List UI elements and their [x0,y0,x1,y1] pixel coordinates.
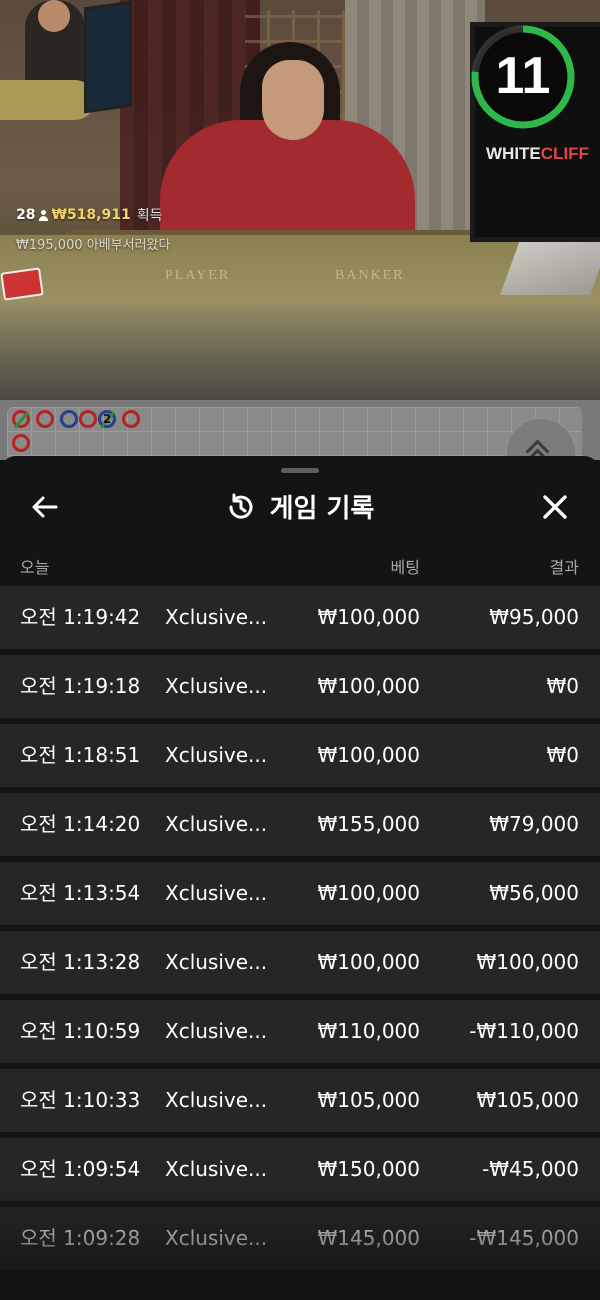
history-row[interactable]: 오전 1:10:59 Xclusive... ₩110,000 -₩110,00… [0,1000,600,1063]
bead-blue [60,410,78,428]
row-game: Xclusive... [165,674,268,698]
row-bet: ₩105,000 [317,1088,420,1112]
background-dealer-head [38,0,70,32]
page-title: 게임 기록 [269,494,375,524]
row-game: Xclusive... [165,1019,268,1043]
row-time: 오전 1:19:18 [20,674,141,698]
win-amount: ₩518,911 [51,207,131,223]
sheet-drag-handle[interactable] [281,468,319,473]
column-header-date: 오늘 [20,558,50,577]
column-header-bet: 베팅 [390,558,420,577]
brand-logo: WHITECLIFF [486,144,589,164]
history-list: 오전 1:19:42 Xclusive... ₩100,000 ₩95,000 … [0,586,600,1276]
history-row[interactable]: 오전 1:19:18 Xclusive... ₩100,000 ₩0 [0,655,600,718]
bead-red [12,434,30,452]
row-result: ₩95,000 [489,605,579,629]
row-game: Xclusive... [165,1226,268,1250]
row-bet: ₩110,000 [317,1019,420,1043]
bead-red-tie [12,410,30,429]
row-game: Xclusive... [165,1157,268,1181]
row-result: ₩100,000 [476,950,579,974]
background-monitor [84,0,132,114]
row-result: -₩145,000 [469,1226,579,1250]
countdown-timer-value: 11 [495,47,551,105]
row-bet: ₩100,000 [317,743,420,767]
row-time: 오전 1:14:20 [20,812,141,836]
brand-logo-red: CLIFF [540,144,589,163]
video-fade [0,300,600,400]
history-row[interactable]: 오전 1:09:28 Xclusive... ₩145,000 -₩145,00… [0,1207,600,1270]
live-video-feed: PLAYER BANKER 11 WHITECLIFF 28 ₩518,911 … [0,0,600,400]
person-icon [38,209,49,221]
row-bet: ₩150,000 [317,1157,420,1181]
sheet-header: 게임 기록 [0,488,600,525]
column-header-result: 결과 [549,558,579,577]
row-bet: ₩100,000 [317,674,420,698]
row-time: 오전 1:09:54 [20,1157,141,1181]
history-row[interactable]: 오전 1:13:28 Xclusive... ₩100,000 ₩100,000 [0,931,600,994]
playing-card [0,267,44,301]
row-result: -₩45,000 [482,1157,579,1181]
row-game: Xclusive... [165,812,268,836]
row-result: ₩0 [546,674,580,698]
row-bet: ₩100,000 [317,605,420,629]
winner-count: 28 [16,207,36,223]
history-row[interactable]: 오전 1:09:54 Xclusive... ₩150,000 -₩45,000 [0,1138,600,1201]
row-bet: ₩100,000 [317,881,420,905]
row-bet: ₩155,000 [317,812,420,836]
history-row[interactable]: 오전 1:19:42 Xclusive... ₩100,000 ₩95,000 [0,586,600,649]
row-game: Xclusive... [165,605,268,629]
roadmap-grid[interactable]: 2 [7,407,582,460]
row-result: ₩0 [546,743,580,767]
row-game: Xclusive... [165,950,268,974]
history-icon [229,493,253,519]
row-result: ₩56,000 [489,881,579,905]
row-time: 오전 1:10:59 [20,1019,141,1043]
background-table [0,80,95,120]
row-time: 오전 1:13:54 [20,881,141,905]
row-time: 오전 1:13:28 [20,950,141,974]
row-game: Xclusive... [165,881,268,905]
row-game: Xclusive... [165,743,268,767]
bead-number: 2 [102,412,112,426]
winners-info: 28 ₩518,911 획득 [16,205,162,225]
row-result: ₩79,000 [489,812,579,836]
bet-notice: ₩195,000 아베부서러왔다 [16,238,171,253]
row-time: 오전 1:09:28 [20,1226,141,1250]
row-bet: ₩145,000 [317,1226,420,1250]
history-row[interactable]: 오전 1:14:20 Xclusive... ₩155,000 ₩79,000 [0,793,600,856]
bead-blue-tie: 2 [98,410,116,429]
bead-red [36,410,54,428]
history-row[interactable]: 오전 1:10:33 Xclusive... ₩105,000 ₩105,000 [0,1069,600,1132]
bead-red [122,410,140,428]
row-result: ₩105,000 [476,1088,579,1112]
history-row[interactable]: 오전 1:13:54 Xclusive... ₩100,000 ₩56,000 [0,862,600,925]
history-row[interactable]: 오전 1:18:51 Xclusive... ₩100,000 ₩0 [0,724,600,787]
row-bet: ₩100,000 [317,950,420,974]
row-time: 오전 1:19:42 [20,605,141,629]
table-label-banker: BANKER [335,268,405,283]
row-time: 오전 1:10:33 [20,1088,141,1112]
row-result: -₩110,000 [469,1019,579,1043]
game-history-sheet: 게임 기록 오늘 베팅 결과 오전 1:19:42 Xclusive... ₩1… [0,456,600,1300]
bead-red [79,410,97,428]
win-suffix: 획득 [136,208,163,224]
dealer-face [262,60,324,140]
brand-logo-white: WHITE [486,144,541,163]
close-icon[interactable] [540,492,570,522]
row-time: 오전 1:18:51 [20,743,141,767]
table-label-player: PLAYER [165,268,231,283]
row-game: Xclusive... [165,1088,268,1112]
